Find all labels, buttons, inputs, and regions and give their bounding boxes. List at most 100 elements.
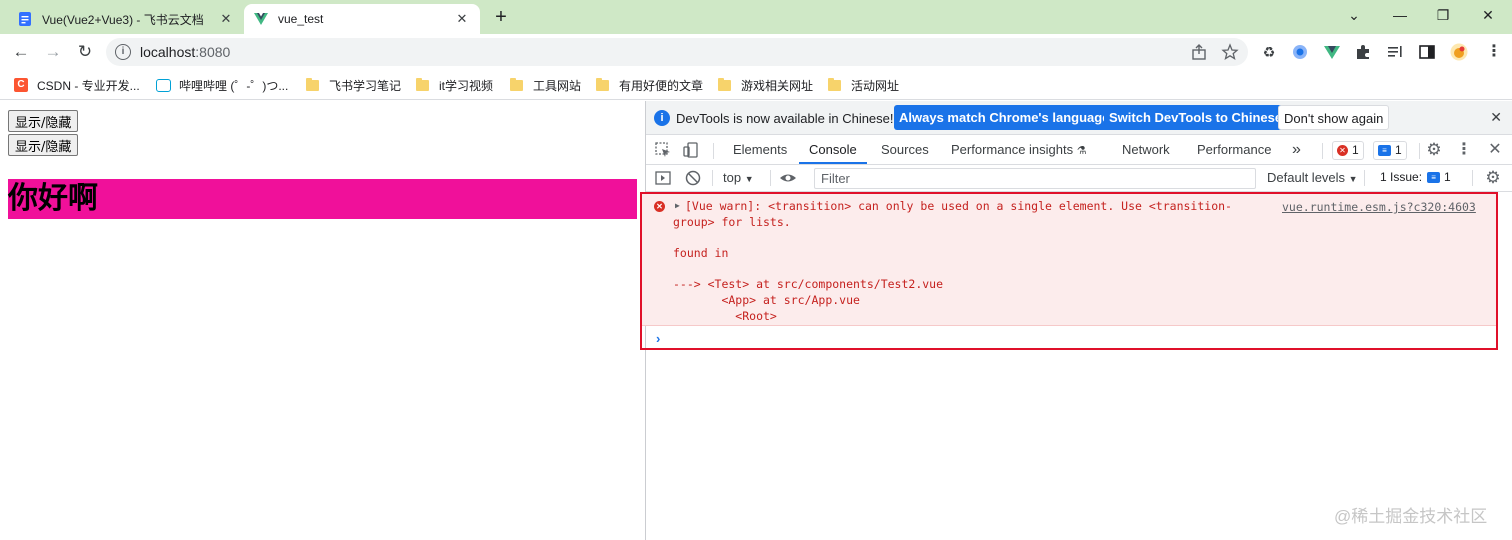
back-button[interactable]: ← bbox=[10, 41, 32, 63]
gear-icon[interactable]: ⚙ bbox=[1425, 141, 1443, 159]
url-host: localhost bbox=[140, 44, 196, 60]
context-label: top bbox=[723, 170, 742, 185]
bookmark-label: 游戏相关网址 bbox=[741, 78, 814, 93]
log-levels-dropdown[interactable]: Default levels ▼ bbox=[1267, 170, 1358, 185]
page-viewport: 显示/隐藏 显示/隐藏 你好啊 bbox=[0, 101, 645, 540]
issues-button[interactable]: 1 Issue: ≡ 1 bbox=[1376, 168, 1455, 187]
more-tabs-button[interactable]: » bbox=[1292, 136, 1301, 164]
close-icon[interactable]: ✕ bbox=[454, 11, 470, 27]
tab-console[interactable]: Console bbox=[799, 136, 867, 164]
url-port: :8080 bbox=[195, 44, 231, 60]
star-icon[interactable] bbox=[1221, 43, 1239, 61]
bookmark-bilibili[interactable]: 哔哩哔哩 (゜-゜)つ... bbox=[156, 76, 288, 94]
bookmark-csdn[interactable]: C CSDN - 专业开发... bbox=[14, 76, 140, 94]
avatar[interactable] bbox=[1450, 43, 1468, 61]
reload-button[interactable]: ↻ bbox=[74, 41, 96, 63]
bookmark-folder[interactable]: 有用好便的文章 bbox=[596, 76, 703, 94]
tab-network[interactable]: Network bbox=[1122, 136, 1170, 164]
error-count-badge[interactable]: ✕ 1 bbox=[1332, 141, 1364, 160]
folder-icon bbox=[416, 77, 429, 91]
eye-icon[interactable] bbox=[779, 169, 797, 187]
console-prompt[interactable]: › bbox=[656, 331, 660, 346]
console-settings-gear-icon[interactable]: ⚙ bbox=[1484, 169, 1502, 187]
window-close-button[interactable]: ✕ bbox=[1478, 7, 1498, 25]
warn-line: found in bbox=[673, 246, 729, 260]
toggle-button[interactable]: 显示/隐藏 bbox=[8, 134, 79, 156]
recycle-extension-icon[interactable]: ♻ bbox=[1260, 43, 1278, 61]
bookmark-folder[interactable]: it学习视频 bbox=[416, 76, 493, 94]
kebab-menu-icon[interactable]: ⋮ bbox=[1486, 43, 1502, 61]
info-icon: i bbox=[654, 110, 670, 126]
puzzle-extensions-icon[interactable] bbox=[1354, 43, 1372, 61]
warn-line: <App> at src/App.vue bbox=[673, 293, 860, 307]
bookmark-label: it学习视频 bbox=[439, 78, 494, 93]
side-panel-icon[interactable] bbox=[1418, 43, 1436, 61]
bookmark-folder[interactable]: 工具网站 bbox=[510, 76, 581, 94]
console-error-message[interactable]: ✕ ▶ [Vue warn]: <transition> can only be… bbox=[642, 194, 1496, 326]
tab-performance-insights[interactable]: Performance insights ⚗ bbox=[951, 136, 1087, 164]
bookmark-label: 工具网站 bbox=[533, 78, 582, 93]
site-info-icon[interactable]: i bbox=[115, 44, 131, 60]
tab-feishu-doc[interactable]: Vue(Vue2+Vue3) - 飞书云文档 ✕ bbox=[8, 4, 244, 34]
context-selector[interactable]: top ▼ bbox=[723, 170, 754, 185]
folder-icon bbox=[510, 77, 523, 91]
kebab-menu-icon[interactable]: ⋮ bbox=[1455, 141, 1473, 159]
console-filter-input[interactable]: Filter bbox=[814, 168, 1256, 189]
tab-sources[interactable]: Sources bbox=[881, 136, 929, 164]
sidebar-toggle-icon[interactable] bbox=[654, 169, 672, 187]
message-icon: ≡ bbox=[1427, 172, 1441, 183]
chevron-down-icon[interactable]: ⌄ bbox=[1344, 7, 1364, 25]
tab-title: Vue(Vue2+Vue3) - 飞书云文档 bbox=[42, 12, 204, 27]
shield-extension-icon[interactable] bbox=[1291, 43, 1309, 61]
share-icon[interactable] bbox=[1190, 43, 1208, 61]
close-icon[interactable]: ✕ bbox=[218, 11, 234, 27]
source-link[interactable]: vue.runtime.esm.js?c320:4603 bbox=[1282, 200, 1476, 214]
csdn-icon: C bbox=[14, 78, 28, 92]
message-count: 1 bbox=[1395, 143, 1402, 157]
bilibili-icon bbox=[156, 78, 171, 92]
tab-vue-test[interactable]: vue_test ✕ bbox=[244, 4, 480, 34]
bookmark-label: 有用好便的文章 bbox=[619, 78, 704, 93]
bookmark-folder[interactable]: 游戏相关网址 bbox=[718, 76, 813, 94]
bookmark-folder[interactable]: 活动网址 bbox=[828, 76, 899, 94]
warn-line: group> for lists. bbox=[673, 215, 791, 229]
inspect-element-icon[interactable] bbox=[654, 141, 672, 159]
reading-list-icon[interactable] bbox=[1386, 43, 1404, 61]
url-text[interactable]: localhost:8080 bbox=[140, 44, 230, 60]
bookmarks-bar: C CSDN - 专业开发... 哔哩哔哩 (゜-゜)つ... 飞书学习笔记 it… bbox=[0, 70, 1512, 100]
match-language-button[interactable]: Always match Chrome's language bbox=[894, 105, 1115, 130]
restore-button[interactable]: ❐ bbox=[1433, 7, 1453, 25]
toggle-button[interactable]: 显示/隐藏 bbox=[8, 110, 79, 132]
clear-console-icon[interactable] bbox=[684, 169, 702, 187]
minimize-button[interactable]: — bbox=[1390, 7, 1410, 25]
address-bar[interactable]: i localhost:8080 bbox=[106, 38, 1248, 66]
message-icon: ≡ bbox=[1378, 145, 1391, 156]
warn-line: [Vue warn]: <transition> can only be use… bbox=[685, 199, 1232, 213]
bookmark-folder[interactable]: 飞书学习笔记 bbox=[306, 76, 401, 94]
divider bbox=[713, 143, 714, 159]
tab-performance[interactable]: Performance bbox=[1197, 136, 1271, 164]
folder-icon bbox=[828, 77, 841, 91]
infobar-message: DevTools is now available in Chinese! bbox=[676, 111, 894, 126]
close-icon[interactable]: ✕ bbox=[1490, 109, 1502, 126]
device-toolbar-icon[interactable] bbox=[682, 141, 700, 159]
error-icon: ✕ bbox=[654, 201, 665, 212]
expand-triangle-icon[interactable]: ▶ bbox=[675, 201, 680, 210]
devtools-tabbar: Elements Console Sources Performance ins… bbox=[646, 136, 1512, 165]
dont-show-again-button[interactable]: Don't show again bbox=[1278, 105, 1390, 130]
switch-to-chinese-button[interactable]: Switch DevTools to Chinese bbox=[1104, 105, 1288, 130]
divider bbox=[770, 170, 771, 186]
tab-elements[interactable]: Elements bbox=[733, 136, 787, 164]
divider bbox=[1364, 170, 1365, 186]
bookmark-label: 哔哩哔哩 (゜-゜)つ... bbox=[179, 78, 289, 93]
vue-devtools-extension-icon[interactable] bbox=[1323, 43, 1341, 61]
message-count-badge[interactable]: ≡ 1 bbox=[1373, 141, 1407, 160]
forward-button[interactable]: → bbox=[42, 41, 64, 63]
tab-strip: Vue(Vue2+Vue3) - 飞书云文档 ✕ vue_test ✕ + ⌄ … bbox=[0, 0, 1512, 34]
divider bbox=[1472, 170, 1473, 186]
new-tab-button[interactable]: + bbox=[488, 6, 514, 30]
warn-line: <Root> bbox=[673, 309, 777, 323]
watermark: @稀土掘金技术社区 bbox=[1334, 507, 1488, 526]
close-devtools-icon[interactable]: ✕ bbox=[1486, 141, 1504, 159]
divider bbox=[1419, 143, 1420, 159]
